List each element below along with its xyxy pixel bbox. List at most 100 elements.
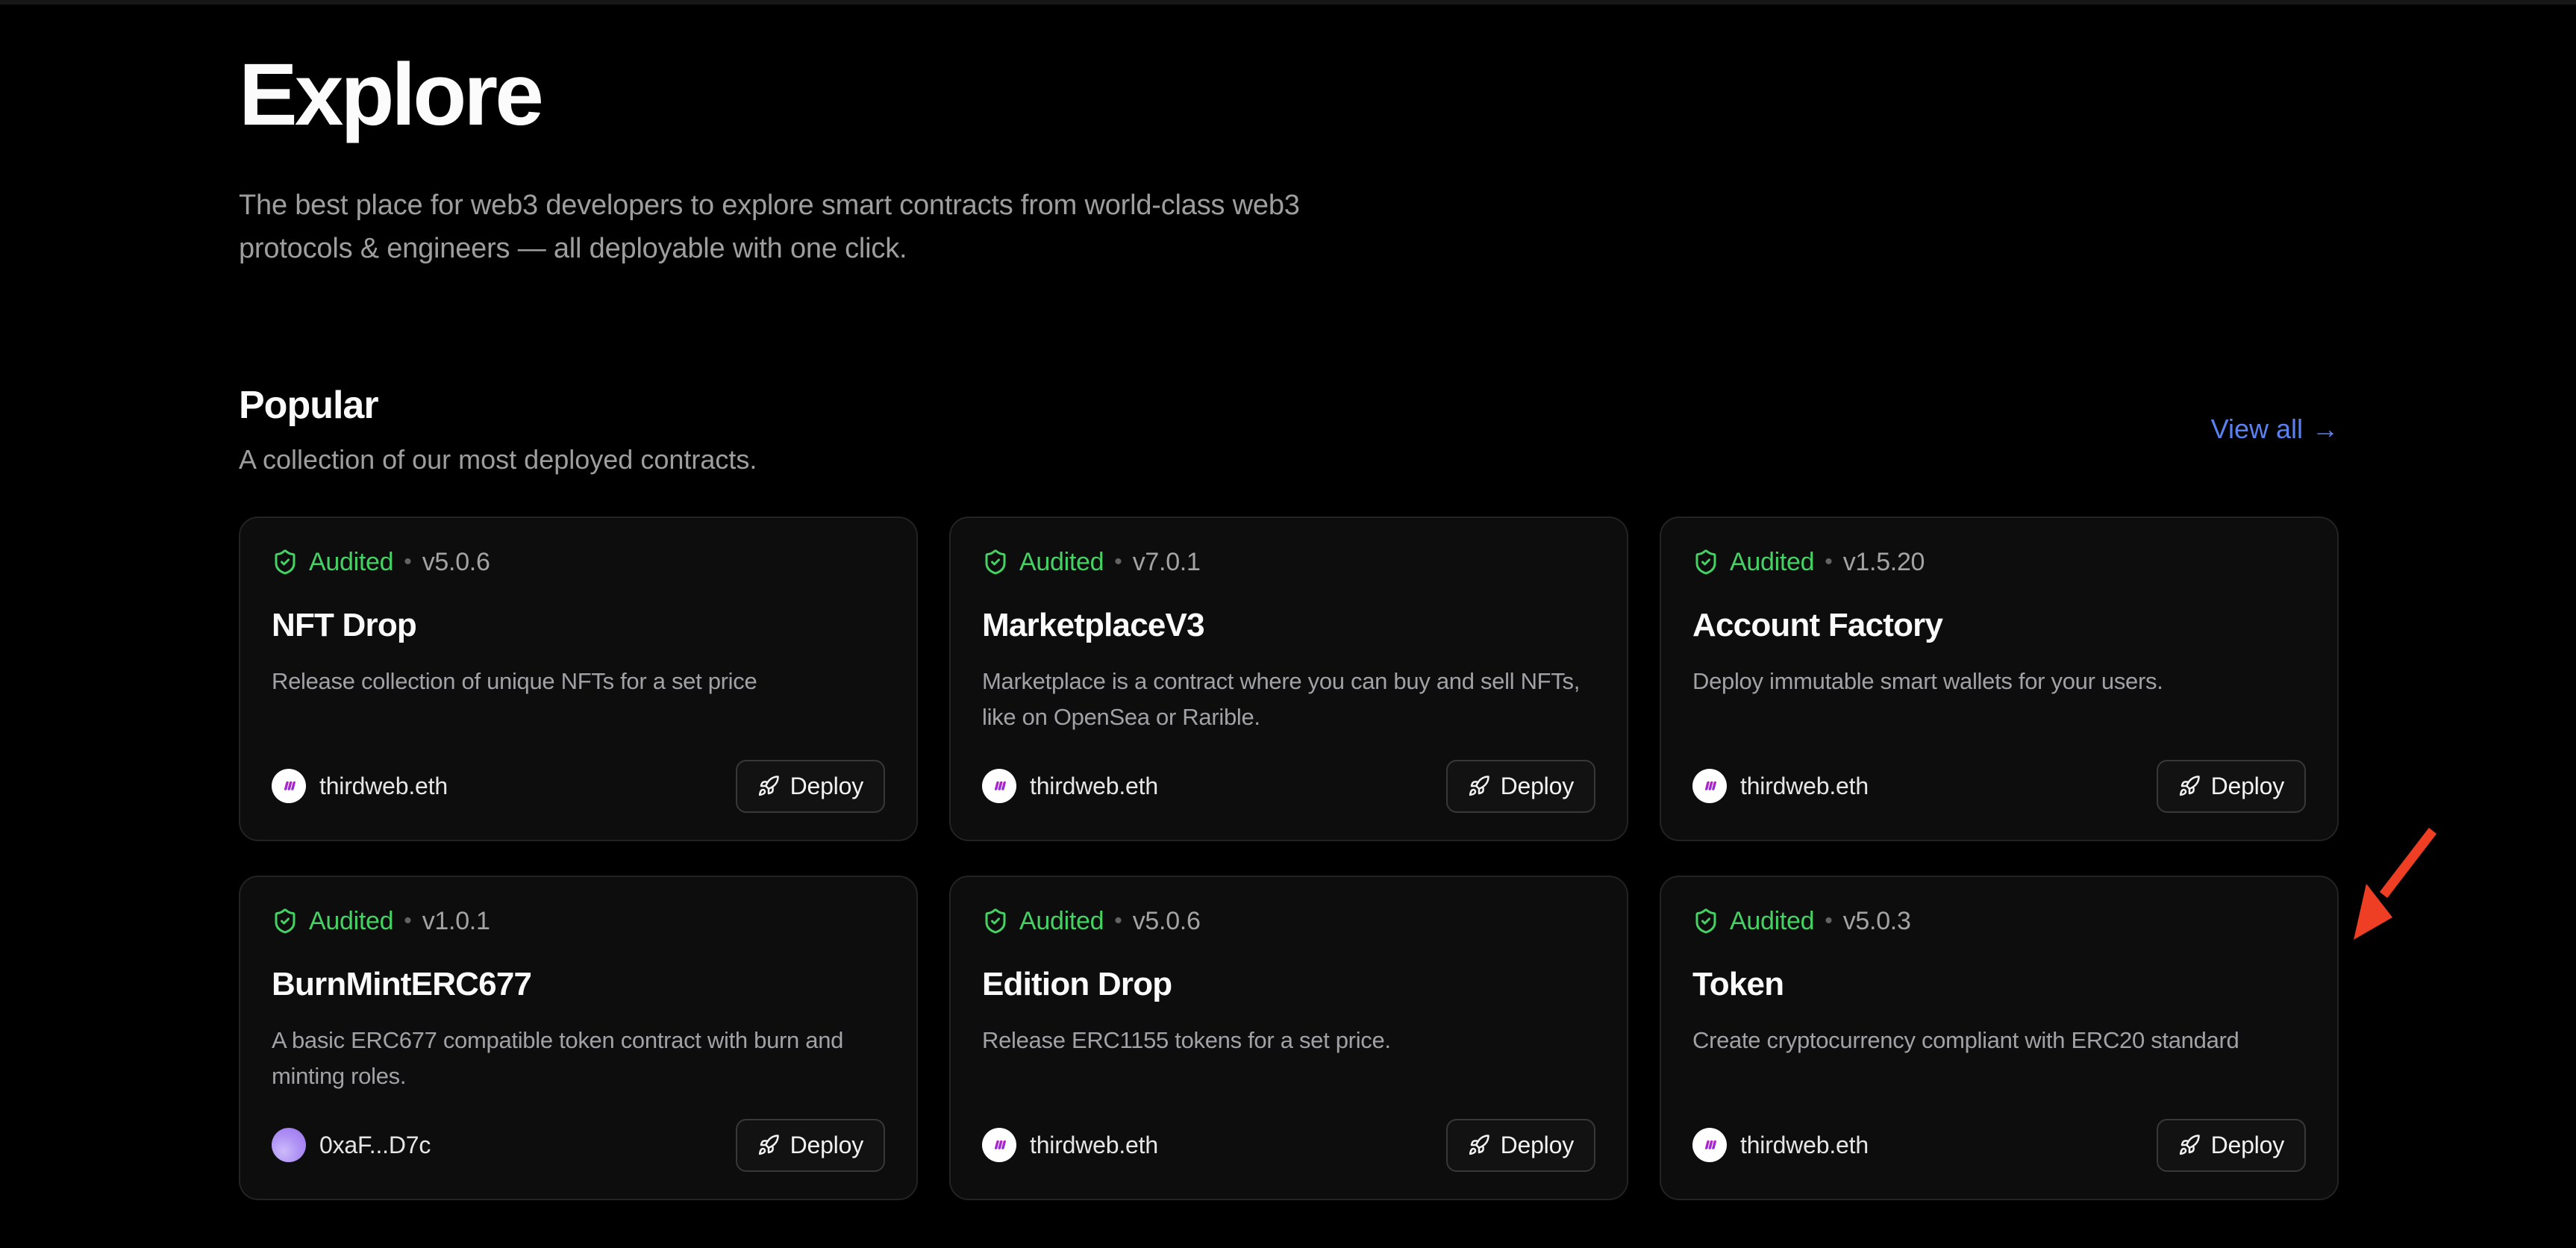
version-label: v1.5.20	[1843, 548, 1925, 577]
thirdweb-avatar	[1692, 1128, 1727, 1162]
contract-title[interactable]: MarketplaceV3	[982, 607, 1595, 644]
audited-badge[interactable]: Audited	[1730, 907, 1814, 936]
contract-description: Release ERC1155 tokens for a set price.	[982, 1023, 1594, 1058]
separator-dot: •	[1825, 908, 1833, 934]
contract-description: Deploy immutable smart wallets for your …	[1692, 664, 2304, 699]
contract-title[interactable]: Edition Drop	[982, 966, 1595, 1003]
contract-card-account-factory[interactable]: Audited • v1.5.20 Account Factory Deploy…	[1660, 517, 2339, 841]
contract-card-token[interactable]: Audited • v5.0.3 Token Create cryptocurr…	[1660, 876, 2339, 1200]
explore-page: Explore The best place for web3 develope…	[239, 44, 2339, 1200]
version-label: v5.0.6	[422, 548, 490, 577]
separator-dot: •	[404, 549, 412, 575]
top-navbar-edge	[0, 0, 2576, 5]
publisher[interactable]: thirdweb.eth	[982, 1128, 1158, 1162]
badge-row: Audited • v1.0.1	[272, 907, 885, 936]
audited-badge[interactable]: Audited	[309, 548, 393, 577]
card-footer: thirdweb.eth Deploy	[982, 1119, 1595, 1172]
publisher-name: thirdweb.eth	[1740, 773, 1869, 800]
badge-row: Audited • v1.5.20	[1692, 548, 2306, 577]
contract-title[interactable]: Account Factory	[1692, 607, 2306, 644]
version-label: v7.0.1	[1133, 548, 1201, 577]
separator-dot: •	[1114, 549, 1122, 575]
popular-description: A collection of our most deployed contra…	[239, 444, 757, 475]
contract-title[interactable]: BurnMintERC677	[272, 966, 885, 1003]
card-footer: thirdweb.eth Deploy	[1692, 760, 2306, 813]
shield-check-icon	[272, 549, 298, 575]
rocket-icon	[757, 775, 780, 797]
popular-cards-grid: Audited • v5.0.6 NFT Drop Release collec…	[239, 517, 2339, 1200]
deploy-label: Deploy	[2211, 1132, 2284, 1159]
separator-dot: •	[1114, 908, 1122, 934]
arrow-right-icon: →	[2312, 414, 2339, 445]
card-footer: thirdweb.eth Deploy	[1692, 1119, 2306, 1172]
shield-check-icon	[982, 908, 1009, 935]
deploy-button[interactable]: Deploy	[2157, 1119, 2306, 1172]
page-subtitle: The best place for web3 developers to ex…	[239, 184, 1403, 271]
deploy-button[interactable]: Deploy	[1446, 1119, 1595, 1172]
publisher-name: thirdweb.eth	[1030, 773, 1158, 800]
card-footer: 0xaF...D7c Deploy	[272, 1119, 885, 1172]
shield-check-icon	[1692, 549, 1719, 575]
badge-row: Audited • v7.0.1	[982, 548, 1595, 577]
publisher-name: thirdweb.eth	[1030, 1132, 1158, 1159]
thirdweb-avatar	[1692, 769, 1727, 803]
deploy-button[interactable]: Deploy	[736, 1119, 885, 1172]
deploy-button[interactable]: Deploy	[736, 760, 885, 813]
badge-row: Audited • v5.0.3	[1692, 907, 2306, 936]
contract-card-nft-drop[interactable]: Audited • v5.0.6 NFT Drop Release collec…	[239, 517, 918, 841]
contract-description: Marketplace is a contract where you can …	[982, 664, 1594, 735]
version-label: v5.0.3	[1843, 907, 1911, 936]
annotation-arrow-icon	[2345, 823, 2442, 950]
audited-badge[interactable]: Audited	[1019, 548, 1104, 577]
version-label: v5.0.6	[1133, 907, 1201, 936]
view-all-label: View all	[2211, 414, 2303, 445]
contract-title[interactable]: NFT Drop	[272, 607, 885, 644]
separator-dot: •	[1825, 549, 1833, 575]
publisher-name: thirdweb.eth	[1740, 1132, 1869, 1159]
contract-title[interactable]: Token	[1692, 966, 2306, 1003]
contract-card-edition-drop[interactable]: Audited • v5.0.6 Edition Drop Release ER…	[949, 876, 1628, 1200]
thirdweb-avatar	[982, 769, 1016, 803]
contract-card-burnminterc677[interactable]: Audited • v1.0.1 BurnMintERC677 A basic …	[239, 876, 918, 1200]
publisher[interactable]: thirdweb.eth	[982, 769, 1158, 803]
card-footer: thirdweb.eth Deploy	[272, 760, 885, 813]
version-label: v1.0.1	[422, 907, 490, 936]
audited-badge[interactable]: Audited	[1019, 907, 1104, 936]
popular-section-header: Popular A collection of our most deploye…	[239, 383, 2339, 475]
publisher[interactable]: thirdweb.eth	[1692, 1128, 1869, 1162]
contract-card-marketplacev3[interactable]: Audited • v7.0.1 MarketplaceV3 Marketpla…	[949, 517, 1628, 841]
deploy-label: Deploy	[790, 773, 863, 800]
popular-heading-block: Popular A collection of our most deploye…	[239, 383, 757, 475]
deploy-label: Deploy	[1501, 773, 1574, 800]
thirdweb-avatar	[272, 769, 306, 803]
rocket-icon	[1468, 775, 1490, 797]
thirdweb-avatar	[982, 1128, 1016, 1162]
popular-heading: Popular	[239, 383, 757, 428]
wallet-avatar	[272, 1128, 306, 1162]
publisher[interactable]: thirdweb.eth	[1692, 769, 1869, 803]
rocket-icon	[2178, 1134, 2201, 1156]
contract-description: A basic ERC677 compatible token contract…	[272, 1023, 884, 1094]
card-footer: thirdweb.eth Deploy	[982, 760, 1595, 813]
separator-dot: •	[404, 908, 412, 934]
contract-description: Release collection of unique NFTs for a …	[272, 664, 884, 699]
shield-check-icon	[982, 549, 1009, 575]
view-all-link[interactable]: View all →	[2211, 414, 2339, 445]
shield-check-icon	[1692, 908, 1719, 935]
publisher[interactable]: thirdweb.eth	[272, 769, 448, 803]
badge-row: Audited • v5.0.6	[272, 548, 885, 577]
rocket-icon	[1468, 1134, 1490, 1156]
contract-description: Create cryptocurrency compliant with ERC…	[1692, 1023, 2304, 1058]
audited-badge[interactable]: Audited	[1730, 548, 1814, 577]
deploy-label: Deploy	[790, 1132, 863, 1159]
audited-badge[interactable]: Audited	[309, 907, 393, 936]
rocket-icon	[2178, 775, 2201, 797]
rocket-icon	[757, 1134, 780, 1156]
deploy-button[interactable]: Deploy	[2157, 760, 2306, 813]
publisher-name: 0xaF...D7c	[319, 1132, 431, 1159]
page-title: Explore	[239, 44, 2339, 146]
publisher[interactable]: 0xaF...D7c	[272, 1128, 431, 1162]
deploy-button[interactable]: Deploy	[1446, 760, 1595, 813]
badge-row: Audited • v5.0.6	[982, 907, 1595, 936]
deploy-label: Deploy	[1501, 1132, 1574, 1159]
